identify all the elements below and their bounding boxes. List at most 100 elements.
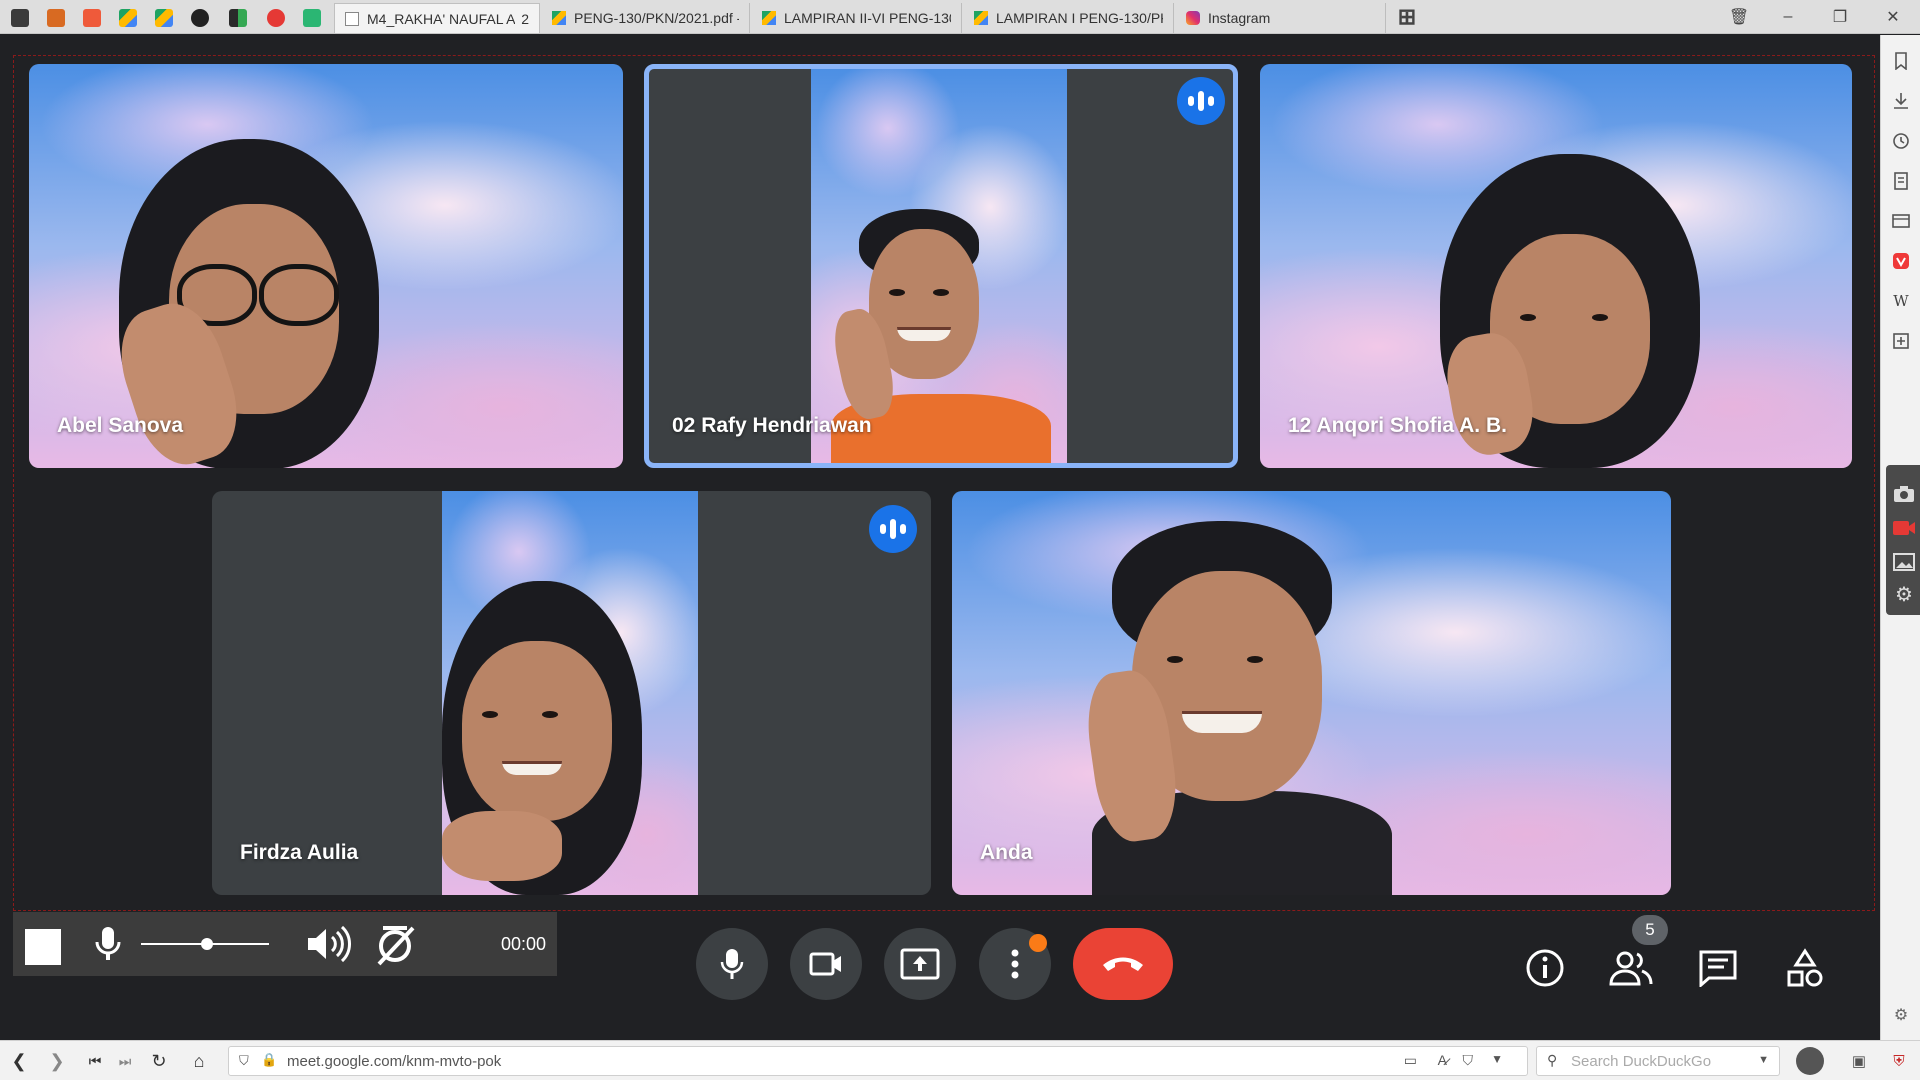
bookmarks-icon[interactable]: [1891, 51, 1911, 71]
home-icon[interactable]: ⌂: [188, 1050, 210, 1072]
participant-tile-active[interactable]: 02 Rafy Hendriawan: [644, 64, 1238, 468]
reload-icon[interactable]: ↻: [148, 1050, 170, 1072]
recorder-mic-icon[interactable]: [95, 926, 121, 967]
search-field[interactable]: ⚲ Search DuckDuckGo ▼: [1536, 1046, 1780, 1076]
url-field[interactable]: ⛉ 🔒 meet.google.com/knm-mvto-pok ▭ A̷ ⛉ …: [228, 1046, 1528, 1076]
recorder-settings-gear-icon[interactable]: ⚙: [1892, 583, 1916, 606]
search-placeholder: Search DuckDuckGo: [1571, 1053, 1712, 1070]
tab-lampiran-ii-vi[interactable]: LAMPIRAN II-VI PENG-130/: [752, 3, 962, 33]
drive-icon: [762, 11, 776, 25]
participant-name: Abel Sanova: [57, 414, 184, 437]
notification-dot: [1029, 934, 1047, 952]
tab-label: M4_RAKHA' NAUFAL A: [367, 10, 516, 27]
more-options-button[interactable]: [979, 928, 1051, 1000]
tab-count: 2: [521, 10, 529, 27]
present-screen-button[interactable]: [884, 928, 956, 1000]
people-button[interactable]: [1603, 940, 1659, 996]
history-icon[interactable]: [1891, 131, 1911, 151]
present-screen-icon: [900, 948, 940, 980]
microphone-icon: [720, 949, 744, 979]
tab-instagram[interactable]: Instagram: [1176, 3, 1386, 33]
drive-icon[interactable]: [152, 6, 176, 30]
recorder-volume-slider[interactable]: [141, 938, 269, 950]
shield-icon[interactable]: ⛉: [239, 1053, 249, 1069]
app-icon[interactable]: [264, 6, 288, 30]
screen-recorder-bar: 00:00: [13, 912, 557, 976]
close-window-button[interactable]: ✕: [1880, 6, 1906, 28]
tab-peng-130-pdf[interactable]: PENG-130/PKN/2021.pdf -: [542, 3, 750, 33]
tab-label: PENG-130/PKN/2021.pdf -: [574, 10, 739, 26]
gallery-icon[interactable]: [1892, 551, 1916, 573]
vivaldi-icon[interactable]: [8, 6, 32, 30]
back-arrow-icon[interactable]: ❮: [8, 1050, 30, 1072]
drive-icon: [552, 11, 566, 25]
shop-icon[interactable]: [80, 6, 104, 30]
lock-icon[interactable]: 🔒: [261, 1052, 277, 1068]
participant-tile[interactable]: 12 Anqori Shofia A. B.: [1260, 64, 1852, 468]
participant-tile-self[interactable]: Anda: [952, 491, 1671, 895]
meeting-details-button[interactable]: [1517, 940, 1573, 996]
extension-shield-icon[interactable]: ⛨: [1888, 1050, 1910, 1072]
wikipedia-icon[interactable]: W: [1891, 291, 1911, 311]
fast-forward-icon[interactable]: ⏭: [114, 1050, 136, 1072]
add-panel-icon[interactable]: [1891, 331, 1911, 351]
search-icon: ⚲: [1547, 1052, 1558, 1068]
chevron-down-icon[interactable]: ▼: [1491, 1052, 1503, 1066]
screenshot-camera-icon[interactable]: [1892, 483, 1916, 505]
chat-button[interactable]: [1690, 940, 1746, 996]
tab-lampiran-i[interactable]: LAMPIRAN I PENG-130/PKN: [964, 3, 1174, 33]
microphone-button[interactable]: [696, 928, 768, 1000]
profile-avatar[interactable]: [1796, 1047, 1824, 1075]
participant-tile[interactable]: Firdza Aulia: [212, 491, 931, 895]
minimize-button[interactable]: –: [1775, 6, 1801, 28]
window-icon[interactable]: ▣: [1848, 1050, 1870, 1072]
tab-label: Instagram: [1208, 10, 1271, 26]
tab-label: LAMPIRAN II-VI PENG-130/: [784, 10, 951, 26]
speaker-volume-icon[interactable]: [305, 924, 352, 969]
activities-button[interactable]: [1777, 940, 1833, 996]
instagram-icon: [1186, 11, 1200, 25]
hang-up-icon: [1103, 957, 1143, 971]
restore-button[interactable]: ❐: [1827, 6, 1853, 28]
medium-icon[interactable]: [188, 6, 212, 30]
slider-knob[interactable]: [201, 938, 213, 950]
camera-in-use-icon[interactable]: ▭: [1404, 1052, 1417, 1069]
settings-gear-icon[interactable]: ⚙: [1891, 1005, 1911, 1025]
rewind-icon[interactable]: ⏮: [84, 1050, 106, 1072]
tab-m4-rakha[interactable]: M4_RAKHA' NAUFAL A 2: [334, 3, 540, 33]
participant-name: 12 Anqori Shofia A. B.: [1288, 414, 1507, 437]
webcam-off-icon[interactable]: [373, 924, 417, 973]
app-icon[interactable]: [300, 6, 324, 30]
window-panel-icon[interactable]: [1891, 211, 1911, 231]
vivaldi-panel-icon[interactable]: [1891, 251, 1911, 271]
notes-icon[interactable]: [1891, 171, 1911, 191]
more-vertical-icon: [1011, 949, 1019, 979]
speaking-indicator-icon: [869, 505, 917, 553]
participant-tile[interactable]: Abel Sanova: [29, 64, 623, 468]
participant-name: Firdza Aulia: [240, 841, 359, 864]
participant-name: 02 Rafy Hendriawan: [672, 414, 872, 437]
stop-recording-button[interactable]: [25, 929, 61, 965]
new-tab-button[interactable]: ⊞: [1394, 4, 1420, 29]
info-icon: [1526, 949, 1564, 987]
participant-video: [442, 581, 698, 895]
record-video-icon[interactable]: [1892, 517, 1916, 539]
document-icon: [345, 11, 359, 26]
ppt-icon[interactable]: [44, 6, 68, 30]
leave-call-button[interactable]: [1073, 928, 1173, 1000]
activities-shapes-icon: [1787, 948, 1823, 987]
people-icon: [1609, 951, 1653, 986]
video-camera-icon: [809, 952, 841, 976]
drive-icon[interactable]: [116, 6, 140, 30]
camera-button[interactable]: [790, 928, 862, 1000]
downloads-icon[interactable]: [1891, 91, 1911, 111]
forward-arrow-icon[interactable]: ❯: [46, 1050, 68, 1072]
chevron-down-icon[interactable]: ▼: [1758, 1054, 1769, 1066]
trash-icon[interactable]: 🗑: [1726, 6, 1752, 28]
translate-icon[interactable]: A̷: [1438, 1052, 1447, 1068]
drive-icon: [974, 11, 988, 25]
app-icon[interactable]: [226, 6, 250, 30]
participant-name: Anda: [980, 841, 1033, 864]
capture-side-toolbar: ⚙: [1886, 465, 1920, 615]
bookmark-page-icon[interactable]: ⛉: [1463, 1052, 1474, 1069]
